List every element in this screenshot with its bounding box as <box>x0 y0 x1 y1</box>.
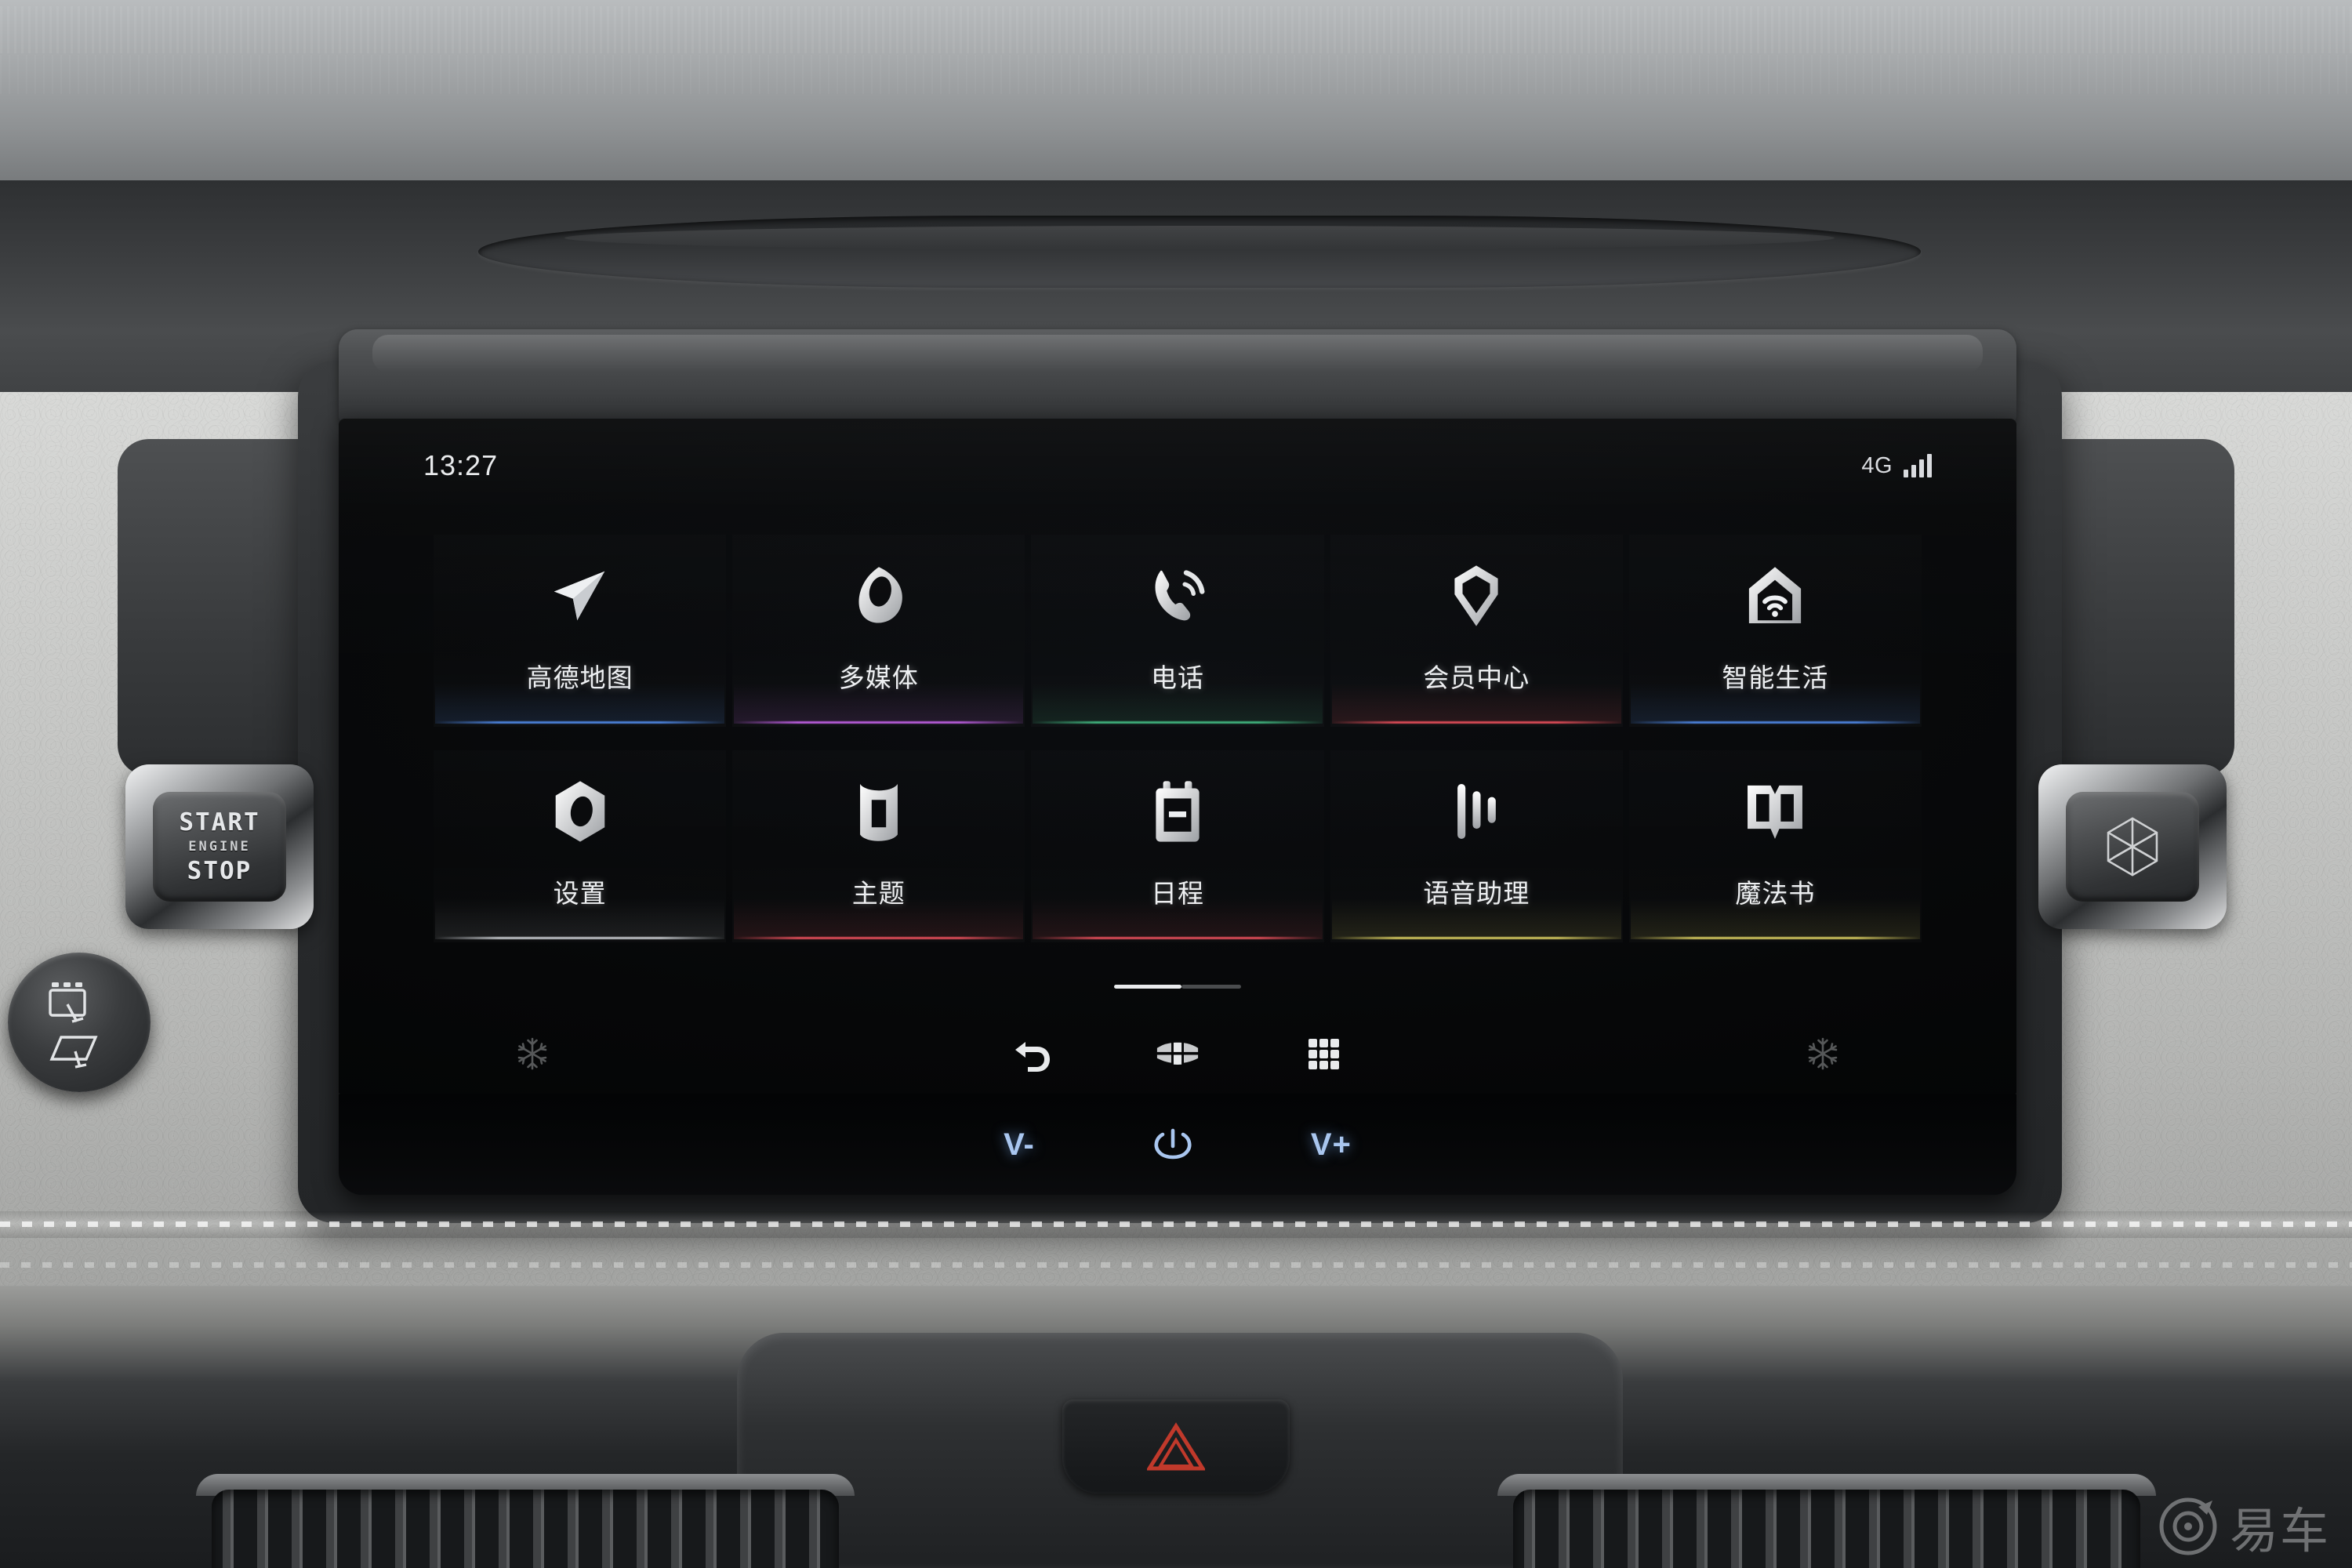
app-tile-voice-assistant[interactable]: 语音助理 <box>1330 750 1623 942</box>
dashboard-stitching-secondary <box>0 1262 2352 1268</box>
stop-label: STOP <box>187 857 252 885</box>
theme-vessel-icon <box>843 768 915 855</box>
smart-home-icon <box>1739 552 1811 640</box>
app-tile-smart-life[interactable]: 智能生活 <box>1628 535 1922 727</box>
windshield-streaks <box>0 6 2352 53</box>
app-label: 会员中心 <box>1423 662 1530 693</box>
volume-up-button[interactable]: V+ <box>1311 1127 1352 1163</box>
snowflake-icon[interactable] <box>1805 1036 1841 1072</box>
app-label: 魔法书 <box>1735 878 1816 909</box>
snowflake-icon[interactable] <box>514 1036 550 1072</box>
display-glass-panel: 13:27 4G 高德地图 多媒体 电话 会员中心 智能生活 设置 主题 日程 … <box>339 419 2016 1195</box>
voice-bars-icon <box>1440 768 1512 855</box>
hazard-triangle-icon <box>1147 1422 1205 1471</box>
paper-plane-icon <box>544 552 616 640</box>
navigation-bar <box>339 1014 2016 1093</box>
app-drawer-button[interactable] <box>1301 1035 1346 1073</box>
hazard-button[interactable] <box>1062 1399 1290 1494</box>
hex-logo-cap <box>2066 792 2199 902</box>
defrost-vent <box>478 216 1921 288</box>
car-interior-scene: 13:27 4G 高德地图 多媒体 电话 会员中心 智能生活 设置 主题 日程 … <box>0 0 2352 1568</box>
power-icon <box>1154 1128 1192 1160</box>
air-vent-left <box>212 1490 839 1568</box>
app-tile-member-center[interactable]: 会员中心 <box>1330 535 1623 727</box>
hex-logo-icon <box>2107 817 2158 877</box>
app-tile-phone[interactable]: 电话 <box>1031 535 1324 727</box>
start-label: START <box>179 808 260 837</box>
app-tile-settings[interactable]: 设置 <box>434 750 727 942</box>
calendar-icon <box>1142 768 1214 855</box>
page-dot <box>1181 985 1241 989</box>
home-icon <box>1156 1042 1199 1065</box>
lcd-screen: 13:27 4G 高德地图 多媒体 电话 会员中心 智能生活 设置 主题 日程 … <box>339 419 2016 1093</box>
app-drawer-icon <box>1308 1039 1339 1069</box>
signal-strength-icon <box>1904 454 1932 477</box>
back-button[interactable] <box>1009 1035 1054 1073</box>
infotainment-display-unit: 13:27 4G 高德地图 多媒体 电话 会员中心 智能生活 设置 主题 日程 … <box>339 329 2016 1200</box>
app-label: 多媒体 <box>838 662 919 693</box>
network-type-label: 4G <box>1861 452 1893 478</box>
app-tile-theme[interactable]: 主题 <box>732 750 1025 942</box>
watermark-text: 易车 <box>2229 1502 2330 1559</box>
page-indicator[interactable] <box>1114 985 1241 989</box>
open-book-icon <box>1739 768 1811 855</box>
app-tile-magic-book[interactable]: 魔法书 <box>1628 750 1922 942</box>
network-status: 4G <box>1861 453 1932 479</box>
app-tile-gaode-map[interactable]: 高德地图 <box>434 535 727 727</box>
back-icon <box>1015 1042 1050 1072</box>
nav-button-group <box>1009 1035 1346 1073</box>
status-clock: 13:27 <box>423 449 499 481</box>
app-label: 主题 <box>851 878 906 909</box>
mirror-control-knob[interactable] <box>8 953 151 1092</box>
windshield-streaks-2 <box>0 55 2352 94</box>
volume-down-button[interactable]: V- <box>1004 1127 1035 1163</box>
app-label: 设置 <box>553 878 607 909</box>
app-tile-multimedia[interactable]: 多媒体 <box>732 535 1025 727</box>
start-stop-cap: START ENGINE STOP <box>153 792 286 902</box>
app-grid: 高德地图 多媒体 电话 会员中心 智能生活 设置 主题 日程 语音助理 魔法书 <box>434 535 1922 942</box>
app-label: 智能生活 <box>1722 662 1829 693</box>
power-button[interactable] <box>1152 1127 1193 1163</box>
dashboard-stitching <box>0 1211 2352 1238</box>
status-bar: 13:27 4G <box>339 419 2016 513</box>
yiche-logo-icon <box>2159 1497 2217 1555</box>
app-label: 高德地图 <box>526 662 633 693</box>
home-button[interactable] <box>1155 1035 1200 1073</box>
engine-label: ENGINE <box>188 839 251 855</box>
media-drop-icon <box>843 552 915 640</box>
air-vent-right <box>1513 1490 2140 1568</box>
app-tile-calendar[interactable]: 日程 <box>1031 750 1324 942</box>
diamond-icon <box>1440 552 1512 640</box>
page-dot-active <box>1114 985 1181 989</box>
app-label: 日程 <box>1150 878 1204 909</box>
app-label: 电话 <box>1150 662 1204 693</box>
hex-nut-icon <box>544 768 616 855</box>
hex-logo-button[interactable] <box>2038 764 2227 929</box>
app-label: 语音助理 <box>1423 878 1530 909</box>
watermark: 易车 <box>2158 1491 2330 1562</box>
capacitive-touch-bar: V- V+ <box>339 1094 2016 1195</box>
mirror-wiper-icon <box>49 982 98 1069</box>
phone-call-icon <box>1142 552 1214 640</box>
display-hood <box>339 329 2016 423</box>
start-stop-engine-button[interactable]: START ENGINE STOP <box>125 764 314 929</box>
